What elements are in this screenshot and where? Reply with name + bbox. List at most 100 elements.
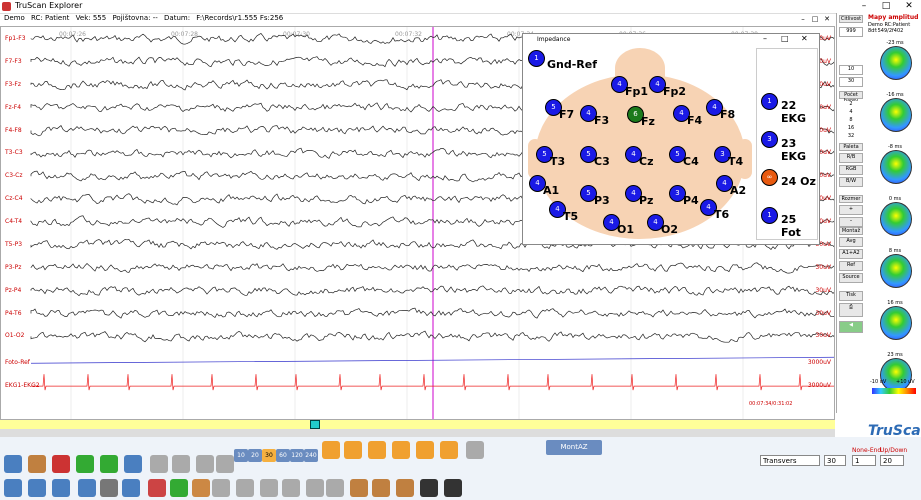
amplitude-map[interactable]: 8 ms — [878, 248, 912, 288]
barev-option[interactable]: 2 — [839, 101, 863, 109]
brain-icon[interactable] — [466, 441, 484, 459]
close-button[interactable]: ✕ — [898, 0, 920, 13]
eeg-maximize-button[interactable]: □ — [810, 14, 820, 24]
channel-label[interactable]: C4-T4 — [5, 218, 22, 225]
play-icon[interactable] — [124, 455, 142, 473]
brain-icon[interactable] — [368, 441, 386, 459]
speed-button[interactable]: 60 — [276, 449, 290, 462]
channel-label[interactable]: Fz-F4 — [5, 104, 21, 111]
print-icon[interactable]: ⎙ — [839, 303, 863, 317]
impedance-minimize-button[interactable]: – — [763, 34, 767, 43]
person-icon[interactable] — [4, 479, 22, 497]
amplitude-map[interactable]: 23 ms — [878, 352, 912, 392]
eeg-minimize-button[interactable]: – — [798, 14, 808, 24]
amplitude-map[interactable]: -16 ms — [878, 92, 912, 132]
amplitude-map[interactable]: 0 ms — [878, 196, 912, 236]
co-icon[interactable] — [192, 479, 210, 497]
speed-button[interactable]: 10 — [234, 449, 248, 462]
eeg-close-button[interactable]: ✕ — [822, 14, 832, 24]
montaz-option[interactable]: A1+A2 — [839, 249, 863, 259]
channel-label[interactable]: F4-F8 — [5, 127, 22, 134]
citlivost-value-1[interactable]: 999 — [839, 27, 863, 37]
zoom-in-button[interactable]: + — [839, 205, 863, 215]
next-icon[interactable] — [100, 455, 118, 473]
citlivost-value-3[interactable]: 30 — [839, 77, 863, 87]
brain-icon[interactable] — [440, 441, 458, 459]
amplitude-map[interactable]: 16 ms — [878, 300, 912, 340]
speed-button[interactable]: 240 — [304, 449, 318, 462]
channel-label[interactable]: C3-Cz — [5, 172, 23, 179]
channel-label[interactable]: P3-Pz — [5, 264, 21, 271]
grid2-icon[interactable] — [282, 479, 300, 497]
forward-icon[interactable] — [216, 455, 234, 473]
channel-label[interactable]: O1-O2 — [5, 332, 24, 339]
citlivost-value-2[interactable]: 10 — [839, 65, 863, 75]
grid-icon[interactable] — [28, 479, 46, 497]
export-icon[interactable] — [122, 479, 140, 497]
sensor-icon[interactable] — [260, 479, 278, 497]
barev-option[interactable]: 4 — [839, 109, 863, 117]
time-scrollbar[interactable] — [0, 420, 835, 429]
none-end-select[interactable]: 1 — [852, 455, 876, 466]
impedance-maximize-button[interactable]: □ — [781, 34, 789, 43]
columns-icon[interactable] — [52, 479, 70, 497]
print-icon[interactable] — [100, 479, 118, 497]
montaz-option[interactable]: Avg — [839, 237, 863, 247]
up-down-select[interactable]: 20 — [880, 455, 904, 466]
bars-icon[interactable] — [236, 479, 254, 497]
palette-option[interactable]: R/B — [839, 153, 863, 163]
barev-option[interactable]: 8 — [839, 117, 863, 125]
fast-forward-icon[interactable] — [76, 455, 94, 473]
cut-icon[interactable] — [172, 455, 190, 473]
impedance-window[interactable]: Impedance – □ ✕ 1 Gnd-Ref 4 Fp1 4 Fp2 5 F7 4 F3… — [522, 33, 820, 245]
electrode-gnd[interactable]: 1 — [528, 50, 545, 67]
channel-label[interactable]: F7-F3 — [5, 58, 22, 65]
a-icon[interactable] — [148, 479, 166, 497]
filter-select[interactable]: 30 — [824, 455, 846, 466]
channel-label[interactable]: F3-Fz — [5, 81, 21, 88]
palette-option[interactable]: RGB — [839, 165, 863, 175]
face-icon[interactable] — [372, 479, 390, 497]
speed-button[interactable]: 30 — [262, 449, 276, 462]
channel-label[interactable]: T5-P3 — [5, 241, 22, 248]
speed-button[interactable]: 120 — [290, 449, 304, 462]
channel-label[interactable]: T3-C3 — [5, 149, 23, 156]
ait-icon[interactable] — [444, 479, 462, 497]
montaz-button[interactable]: MontAZ — [546, 440, 602, 455]
channel-label[interactable]: P4-T6 — [5, 310, 22, 317]
barev-option[interactable]: 16 — [839, 125, 863, 133]
ep-icon[interactable] — [326, 479, 344, 497]
head-icon[interactable] — [350, 479, 368, 497]
back-icon[interactable] — [196, 455, 214, 473]
fs-icon[interactable] — [170, 479, 188, 497]
scroll-thumb[interactable] — [310, 420, 320, 429]
extra-electrode[interactable]: ∞ — [761, 169, 778, 186]
edit-icon[interactable] — [28, 455, 46, 473]
brain-icon[interactable] — [392, 441, 410, 459]
amplitude-map[interactable]: -23 ms — [878, 40, 912, 80]
channel-label[interactable]: Fp1-F3 — [5, 35, 26, 42]
plus-icon[interactable] — [420, 479, 438, 497]
user-icon[interactable] — [4, 455, 22, 473]
impedance-close-button[interactable]: ✕ — [801, 34, 808, 43]
brain-icon[interactable] — [322, 441, 340, 459]
minimize-button[interactable]: – — [853, 0, 875, 13]
channel-label[interactable]: Cz-C4 — [5, 195, 23, 202]
brain-icon[interactable] — [416, 441, 434, 459]
brain-icon[interactable] — [344, 441, 362, 459]
disk-icon[interactable] — [150, 455, 168, 473]
montage-select[interactable]: Transvers — [760, 455, 820, 466]
montaz-option[interactable]: Source — [839, 273, 863, 283]
channel-label[interactable]: EKG1-EKG2 — [5, 382, 40, 389]
gen-icon[interactable] — [306, 479, 324, 497]
speed-button[interactable]: 20 — [248, 449, 262, 462]
extra-electrode[interactable]: 3 — [761, 131, 778, 148]
extra-electrode[interactable]: 1 — [761, 207, 778, 224]
arrow-left-icon[interactable]: ◀ — [839, 321, 863, 333]
cone-icon[interactable] — [396, 479, 414, 497]
flag-icon[interactable] — [52, 455, 70, 473]
ruler-icon[interactable] — [212, 479, 230, 497]
channel-label[interactable]: Foto-Ref — [5, 359, 30, 366]
montaz-option[interactable]: Ref — [839, 261, 863, 271]
amplitude-map[interactable]: -8 ms — [878, 144, 912, 184]
